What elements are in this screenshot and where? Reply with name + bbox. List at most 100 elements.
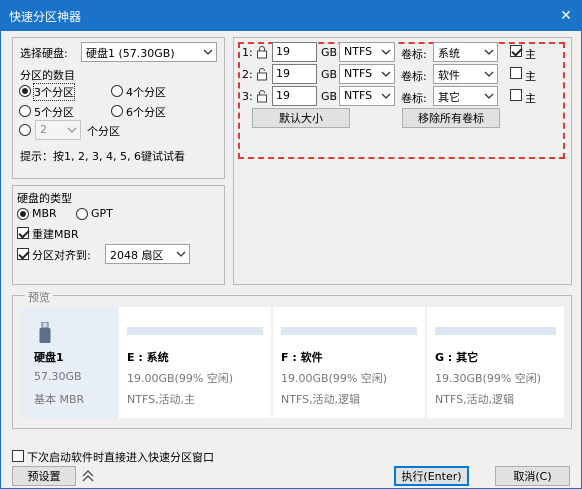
- radio-4-partitions-label: 4个分区: [126, 86, 166, 99]
- primary-checkbox[interactable]: [510, 89, 522, 101]
- size-unit-label: GB: [321, 68, 338, 81]
- custom-partition-count-value: 2: [40, 123, 47, 136]
- radio-6-partitions-label: 6个分区: [126, 106, 166, 119]
- radio-4-partitions[interactable]: [111, 85, 123, 97]
- partition-size-value: 19: [276, 67, 290, 80]
- radio-6-partitions[interactable]: [111, 105, 123, 117]
- volume-label-title: 卷标:: [401, 92, 427, 105]
- filesystem-value: NTFS: [344, 89, 373, 102]
- filesystem-select[interactable]: NTFS: [339, 64, 395, 84]
- radio-gpt-label: GPT: [91, 207, 113, 220]
- preview-disk-size: 57.30GB: [34, 370, 82, 383]
- volume-label-select[interactable]: 系统: [433, 42, 498, 62]
- chevron-down-icon: [381, 93, 391, 99]
- volume-label-value: 系统: [438, 47, 460, 60]
- usb-drive-icon: [39, 322, 51, 343]
- remove-all-labels-button[interactable]: 移除所有卷标: [402, 108, 500, 128]
- partition-size-input[interactable]: 19: [272, 86, 317, 106]
- size-unit-label: GB: [321, 90, 338, 103]
- filesystem-value: NTFS: [344, 67, 373, 80]
- startup-direct-label: 下次启动软件时直接进入快速分区窗口: [27, 451, 214, 464]
- partition-filesystem: NTFS,活动,主: [127, 393, 196, 406]
- radio-custom-partitions[interactable]: [19, 124, 31, 136]
- default-size-button[interactable]: 默认大小: [252, 108, 350, 128]
- volume-label-value: 其它: [438, 91, 460, 104]
- partition-index: 1:: [242, 46, 253, 59]
- volume-label-value: 软件: [438, 69, 460, 82]
- radio-mbr-label: MBR: [32, 207, 57, 220]
- chevron-down-icon: [67, 127, 77, 133]
- chevron-down-icon: [203, 49, 213, 55]
- chevron-down-icon: [381, 71, 391, 77]
- filesystem-select[interactable]: NTFS: [339, 86, 395, 106]
- radio-5-partitions-label: 5个分区: [34, 106, 74, 119]
- preview-partition-card-g[interactable]: G : 其它 19.30GB(99% 空闲) NTFS,活动,逻辑: [427, 307, 564, 418]
- rebuild-mbr-label: 重建MBR: [32, 228, 79, 241]
- chevron-down-icon: [484, 93, 494, 99]
- partition-capacity: 19.30GB(99% 空闲): [435, 372, 542, 385]
- align-sector-select[interactable]: 2048 扇区: [105, 244, 190, 264]
- cancel-button[interactable]: 取消(C): [495, 466, 570, 486]
- window-title: 快速分区神器: [9, 10, 82, 24]
- volume-label-title: 卷标:: [401, 48, 427, 61]
- radio-5-partitions[interactable]: [19, 105, 31, 117]
- filesystem-value: NTFS: [344, 45, 373, 58]
- preset-button[interactable]: 预设置: [12, 466, 76, 486]
- unlock-icon[interactable]: [256, 67, 268, 81]
- title-bar[interactable]: 快速分区神器 ✕: [1, 1, 581, 31]
- chevron-down-icon: [381, 49, 391, 55]
- double-chevron-up-icon[interactable]: [81, 468, 95, 484]
- partition-name: F : 软件: [281, 351, 323, 364]
- unlock-icon[interactable]: [256, 89, 268, 103]
- volume-label-select[interactable]: 其它: [433, 86, 498, 106]
- primary-checkbox[interactable]: [510, 45, 522, 57]
- volume-label-title: 卷标:: [401, 70, 427, 83]
- execute-button[interactable]: 执行(Enter): [394, 466, 469, 486]
- partition-count-title: 分区的数目: [20, 69, 75, 82]
- primary-checkbox[interactable]: [510, 67, 522, 79]
- preview-partition-card-f[interactable]: F : 软件 19.00GB(99% 空闲) NTFS,活动,逻辑: [273, 307, 425, 418]
- custom-partition-unit-label: 个分区: [87, 125, 120, 138]
- primary-label: 主: [525, 48, 536, 61]
- partition-size-value: 19: [276, 45, 290, 58]
- partition-name: E : 系统: [127, 351, 169, 364]
- radio-gpt[interactable]: [76, 208, 88, 220]
- disk-type-title: 硬盘的类型: [17, 192, 72, 205]
- startup-direct-checkbox[interactable]: [12, 450, 24, 462]
- partition-filesystem: NTFS,活动,逻辑: [281, 393, 361, 406]
- close-icon[interactable]: ✕: [551, 1, 581, 31]
- partition-filesystem: NTFS,活动,逻辑: [435, 393, 515, 406]
- partition-capacity: 19.00GB(99% 空闲): [127, 372, 234, 385]
- radio-3-partitions-label: 3个分区: [33, 83, 75, 101]
- partition-usage-bar: [435, 327, 556, 335]
- partition-usage-bar: [127, 327, 263, 335]
- partition-index: 2:: [242, 68, 253, 81]
- filesystem-select[interactable]: NTFS: [339, 42, 395, 62]
- partition-index: 3:: [242, 90, 253, 103]
- chevron-down-icon: [484, 49, 494, 55]
- chevron-down-icon: [176, 251, 186, 257]
- rebuild-mbr-checkbox[interactable]: [17, 227, 29, 239]
- align-sector-value: 2048 扇区: [110, 249, 164, 262]
- chevron-down-icon: [484, 71, 494, 77]
- preview-disk-type: 基本 MBR: [34, 393, 85, 406]
- volume-label-select[interactable]: 软件: [433, 64, 498, 84]
- lock-icon[interactable]: [256, 45, 268, 59]
- radio-3-partitions[interactable]: [19, 85, 31, 97]
- partition-capacity: 19.00GB(99% 空闲): [281, 372, 388, 385]
- partition-size-input[interactable]: 19: [272, 64, 317, 84]
- primary-label: 主: [525, 92, 536, 105]
- align-partitions-checkbox[interactable]: [17, 248, 29, 260]
- primary-label: 主: [525, 70, 536, 83]
- partition-name: G : 其它: [435, 351, 479, 364]
- radio-mbr[interactable]: [17, 208, 29, 220]
- preview-title: 预览: [25, 289, 53, 305]
- keyboard-hint: 提示：按1, 2, 3, 4, 5, 6键试试看: [20, 150, 185, 163]
- align-partitions-label: 分区对齐到:: [32, 249, 91, 262]
- preview-disk-panel[interactable]: 硬盘1 57.30GB 基本 MBR: [19, 307, 117, 418]
- disk-select[interactable]: 硬盘1 (57.30GB): [81, 42, 217, 62]
- partition-usage-bar: [281, 327, 417, 335]
- partition-size-input[interactable]: 19: [272, 42, 317, 62]
- custom-partition-count-select[interactable]: 2: [35, 120, 81, 140]
- preview-partition-card-e[interactable]: E : 系统 19.00GB(99% 空闲) NTFS,活动,主: [119, 307, 271, 418]
